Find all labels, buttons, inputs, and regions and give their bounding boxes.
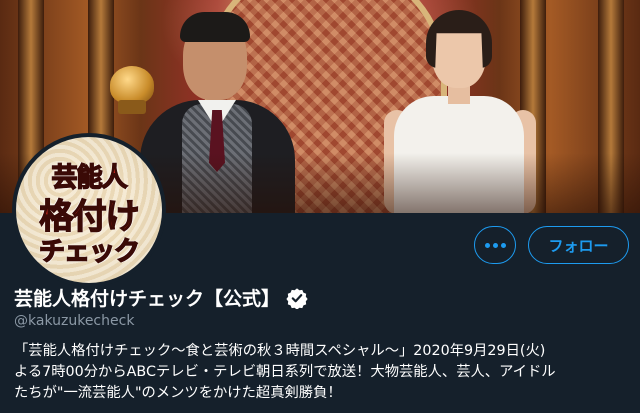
profile-avatar[interactable]: 芸能人 格付け チェック — [12, 133, 166, 287]
profile-name-row: 芸能人格付けチェック【公式】 — [14, 284, 308, 311]
profile-handle: @kakuzukecheck — [14, 313, 135, 329]
more-options-button[interactable] — [474, 226, 516, 264]
verified-badge-icon — [286, 287, 308, 309]
ellipsis-icon — [484, 242, 490, 248]
profile-display-name: 芸能人格付けチェック【公式】 — [14, 288, 281, 310]
profile-bio: 「芸能人格付けチェック〜食と芸術の秋３時間スペシャル〜」2020年9月29日(火… — [14, 343, 556, 401]
follow-button[interactable]: フォロー — [528, 226, 629, 264]
host-man-hair — [180, 12, 250, 42]
ellipsis-icon — [500, 242, 506, 248]
golden-trophy — [110, 66, 154, 104]
golden-trophy-base — [118, 100, 146, 114]
ellipsis-icon — [492, 242, 498, 248]
avatar-logo-line-3: チェック — [38, 236, 141, 268]
